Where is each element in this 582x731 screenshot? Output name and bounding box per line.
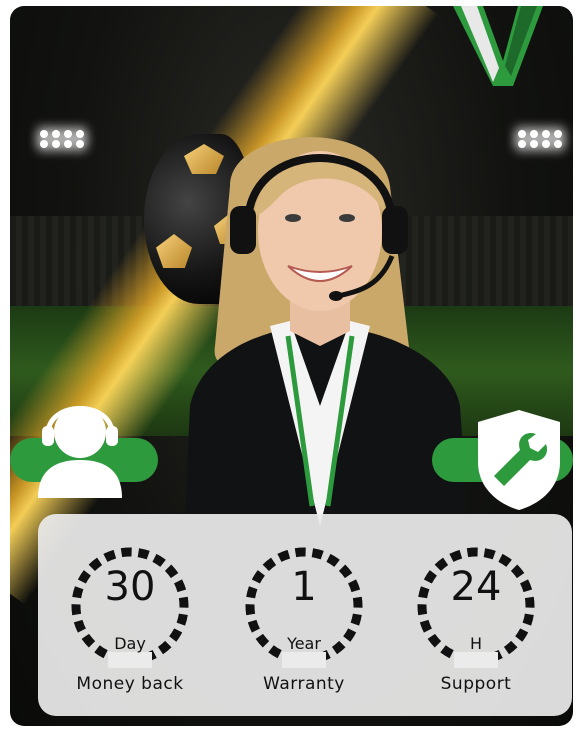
hero-image: 30 Day Money back 1 Year Warranty 24 H S… — [10, 6, 573, 726]
guarantee-panel: 30 Day Money back 1 Year Warranty 24 H S… — [38, 514, 572, 716]
floodlight-left — [40, 130, 86, 152]
stat-label: Money back — [76, 674, 184, 694]
stat-label: Warranty — [263, 674, 345, 694]
floodlight-right — [518, 130, 564, 152]
wrench-shield-icon — [478, 410, 560, 510]
stat-unit: Day — [114, 634, 146, 653]
stat-label: Support — [440, 674, 512, 694]
support-agent-icon — [38, 406, 122, 498]
stat-money-back: 30 Day Money back — [60, 544, 200, 714]
stat-value: 30 — [104, 564, 156, 610]
stat-support: 24 H Support — [406, 544, 546, 714]
stat-warranty: 1 Year Warranty — [234, 544, 374, 714]
stat-unit: Year — [287, 634, 321, 653]
stat-value: 24 — [450, 564, 502, 610]
brand-logo-icon — [453, 6, 543, 86]
stat-value: 1 — [291, 564, 317, 610]
stat-unit: H — [469, 634, 483, 653]
